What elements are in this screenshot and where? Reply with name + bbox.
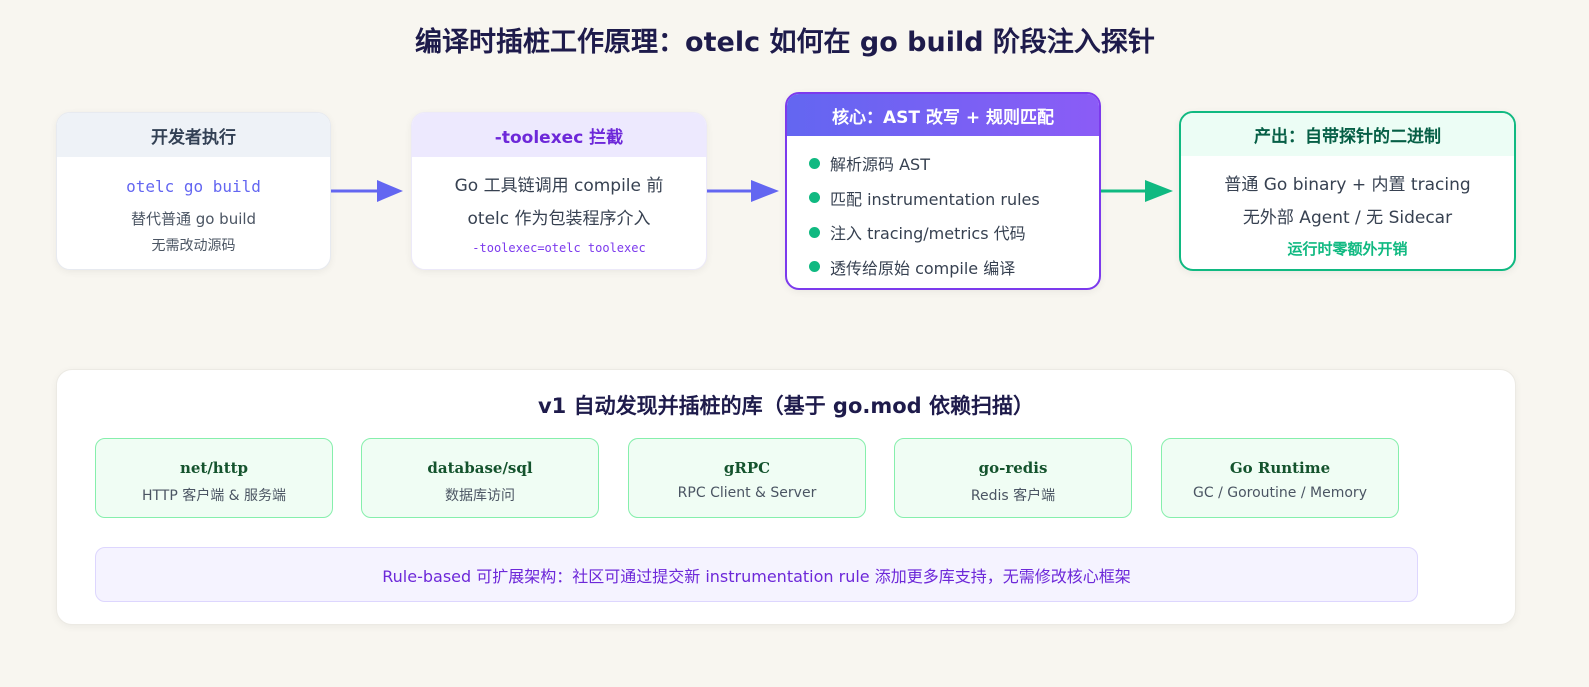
toolexec-line-2: otelc 作为包装程序介入	[467, 209, 651, 229]
library-card: database/sql 数据库访问	[361, 438, 599, 518]
bullet-dot-icon	[809, 261, 820, 273]
core-step-item-text: 匹配 instrumentation rules	[830, 189, 1040, 209]
arrow-right-icon	[331, 180, 403, 202]
core-step-item: 解析源码 AST	[809, 146, 1099, 181]
core-step-item: 透传给原始 compile 编译	[809, 250, 1099, 285]
library-name: go-redis	[978, 459, 1048, 477]
toolexec-line-1: Go 工具链调用 compile 前	[454, 176, 664, 196]
arrow-right-icon	[707, 180, 779, 202]
library-desc: Redis 客户端	[970, 488, 1056, 504]
core-step-list: 解析源码 AST 匹配 instrumentation rules 注入 tra…	[787, 136, 1099, 284]
toolexec-step-header: -toolexec 拦截	[412, 113, 706, 157]
core-step-item-text: 注入 tracing/metrics 代码	[830, 224, 1026, 244]
library-name: database/sql	[427, 459, 533, 477]
output-step-card: 产出：自带探针的二进制 普通 Go binary + 内置 tracing 无外…	[1179, 111, 1516, 271]
library-name: gRPC	[723, 459, 771, 477]
page-title: 编译时插桩工作原理：otelc 如何在 go build 阶段注入探针	[415, 27, 1155, 58]
core-step-item: 匹配 instrumentation rules	[809, 181, 1099, 216]
toolexec-step-card: -toolexec 拦截 Go 工具链调用 compile 前 otelc 作为…	[411, 112, 707, 270]
toolexec-flag: -toolexec=otelc toolexec	[472, 241, 646, 255]
core-step-item: 注入 tracing/metrics 代码	[809, 215, 1099, 250]
developer-step-card: 开发者执行 otelc go build 替代普通 go build 无需改动源…	[56, 112, 331, 270]
extensibility-note: Rule-based 可扩展架构：社区可通过提交新 instrumentatio…	[95, 547, 1418, 602]
library-desc: HTTP 客户端 & 服务端	[141, 488, 287, 504]
library-card: net/http HTTP 客户端 & 服务端	[95, 438, 333, 518]
arrow-right-icon	[1101, 180, 1173, 202]
output-step-header: 产出：自带探针的二进制	[1181, 113, 1514, 156]
bullet-dot-icon	[809, 192, 820, 204]
core-step-item-text: 解析源码 AST	[830, 155, 930, 175]
library-name: net/http	[179, 459, 249, 477]
library-panel-title: v1 自动发现并插桩的库（基于 go.mod 依赖扫描）	[537, 394, 1034, 418]
output-line-2: 无外部 Agent / 无 Sidecar	[1242, 208, 1453, 228]
library-desc: RPC Client & Server	[677, 485, 817, 501]
core-step-card: 核心：AST 改写 + 规则匹配 解析源码 AST 匹配 instrumenta…	[785, 92, 1101, 290]
library-panel: v1 自动发现并插桩的库（基于 go.mod 依赖扫描） net/http HT…	[56, 369, 1516, 625]
core-step-header: 核心：AST 改写 + 规则匹配	[787, 94, 1099, 136]
output-line-1: 普通 Go binary + 内置 tracing	[1224, 175, 1471, 195]
library-desc: 数据库访问	[445, 488, 515, 504]
core-step-item-text: 透传给原始 compile 编译	[830, 258, 1016, 278]
output-note: 运行时零额外开销	[1287, 240, 1408, 258]
developer-line-1: 替代普通 go build	[130, 210, 257, 228]
diagram-canvas: 编译时插桩工作原理：otelc 如何在 go build 阶段注入探针 开发者执…	[0, 0, 1589, 687]
bullet-dot-icon	[809, 226, 820, 238]
library-name: Go Runtime	[1229, 459, 1331, 477]
developer-command: otelc go build	[126, 177, 261, 196]
library-desc: GC / Goroutine / Memory	[1193, 485, 1367, 501]
developer-line-2: 无需改动源码	[151, 238, 236, 254]
developer-step-header: 开发者执行	[57, 113, 330, 157]
bullet-dot-icon	[809, 157, 820, 169]
library-card: gRPC RPC Client & Server	[628, 438, 866, 518]
library-card: Go Runtime GC / Goroutine / Memory	[1161, 438, 1399, 518]
library-card: go-redis Redis 客户端	[894, 438, 1132, 518]
